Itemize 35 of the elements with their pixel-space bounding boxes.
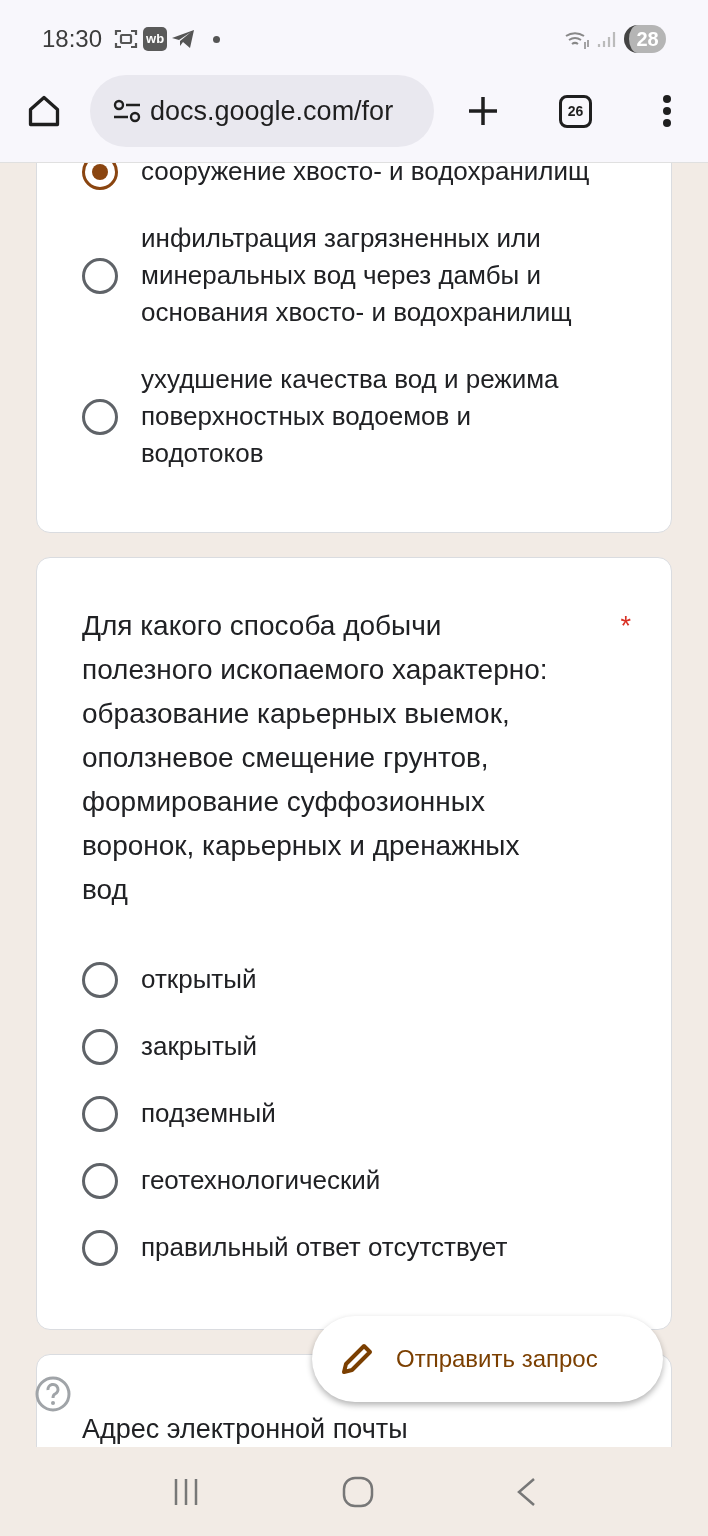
question-title: Для какого способа добычи полезного ископаемого характерно: образование карьерных выемок, оползневое смещение грунтов, формирование суффозионных воронок, карьерных и дренажных вод: [82, 609, 549, 907]
address-bar[interactable]: docs.google.com/for: [90, 75, 434, 147]
app-badge: wb: [143, 27, 168, 51]
clock: 18:30: [42, 24, 103, 54]
new-tab-icon[interactable]: [467, 95, 499, 127]
option-label: ухудшение качества вод и режима поверхностных водоемов и водотоков: [141, 363, 560, 470]
pencil-icon: [340, 1342, 374, 1376]
option-label: закрытый: [141, 1030, 259, 1063]
screenshot-icon: [114, 28, 139, 50]
radio-button[interactable]: [82, 398, 118, 435]
option-label: сооружение хвосто- и водохранилищ: [141, 163, 591, 188]
radio-button[interactable]: [82, 1229, 118, 1266]
option-label: открытый: [141, 963, 258, 996]
option-label: инфильтрация загрязненных или минеральных вод через дамбы и основания хвосто- и водохранилищ: [141, 222, 573, 329]
option-label: геотехнологический: [141, 1164, 382, 1197]
signal-icon: [596, 29, 616, 49]
radio-button[interactable]: [82, 1162, 118, 1199]
send-request-button[interactable]: Отправить запрос: [312, 1316, 663, 1402]
home-button-icon[interactable]: [342, 1475, 374, 1508]
url-text: docs.google.com/for: [150, 94, 394, 128]
battery-indicator: 28: [624, 25, 666, 53]
tab-count[interactable]: 26: [559, 94, 592, 128]
radio-button[interactable]: [82, 961, 118, 998]
site-settings-icon[interactable]: [112, 99, 142, 123]
telegram-icon: [171, 29, 196, 49]
radio-button[interactable]: [82, 257, 118, 294]
radio-button[interactable]: [82, 163, 118, 190]
radio-button[interactable]: [82, 1095, 118, 1132]
menu-icon[interactable]: [662, 95, 672, 127]
radio-button[interactable]: [82, 1028, 118, 1065]
option-label: правильный ответ отсутствует: [141, 1231, 509, 1264]
required-asterisk: *: [620, 610, 631, 643]
home-icon[interactable]: [26, 93, 62, 129]
question-title: Адрес электронной почты: [82, 1414, 408, 1444]
option-label: подземный: [141, 1097, 277, 1130]
